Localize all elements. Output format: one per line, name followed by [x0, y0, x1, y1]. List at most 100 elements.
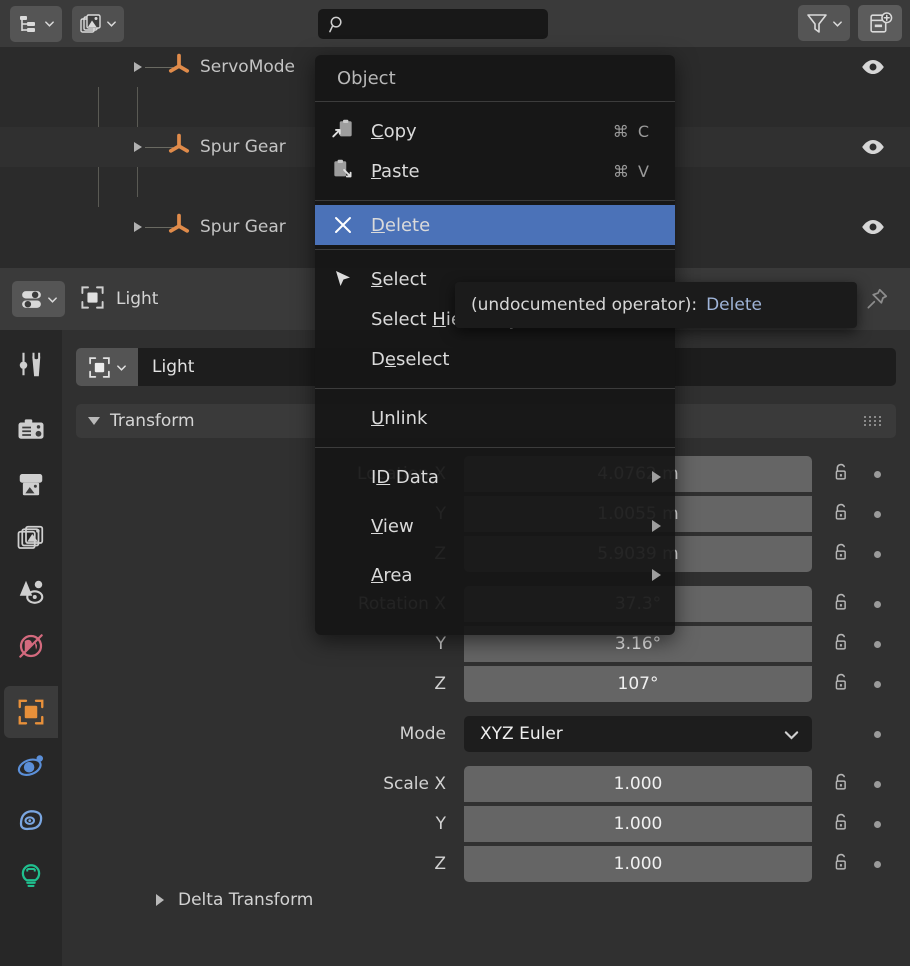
animate-property-dot[interactable] — [874, 680, 881, 688]
lock-icon[interactable] — [830, 631, 852, 657]
new-collection-button[interactable] — [858, 5, 902, 41]
animate-property-dot[interactable] — [874, 780, 881, 788]
tab-scene[interactable] — [4, 566, 58, 618]
rotation-mode-value: XYZ Euler — [480, 724, 563, 744]
menu-gap — [315, 102, 675, 111]
lock-icon[interactable] — [830, 771, 852, 797]
context-menu-title: Object — [337, 67, 396, 89]
row-label: Spur Gear — [200, 137, 286, 157]
row-label: ServoMode — [200, 57, 296, 77]
scale-z-row: Z 1.000 — [62, 844, 910, 884]
physics-orbit-icon — [17, 755, 43, 776]
field-label: Scale X — [383, 774, 446, 794]
rotation-z-field[interactable]: 107° — [464, 666, 812, 702]
close-x-icon — [315, 213, 371, 237]
menu-item-shortcut: ⌘ V — [612, 161, 651, 181]
scale-z-field[interactable]: 1.000 — [464, 846, 812, 882]
menu-gap — [315, 191, 675, 200]
animate-property-dot[interactable] — [874, 510, 881, 518]
object-icon — [165, 51, 193, 83]
scale-x-row: Scale X 1.000 — [62, 764, 910, 804]
animate-property-dot[interactable] — [874, 470, 881, 478]
tab-object[interactable] — [4, 686, 58, 738]
tooltip-text: (undocumented operator): — [471, 295, 698, 315]
scene-cone-icon — [19, 580, 44, 604]
editor-type-button[interactable] — [12, 281, 65, 317]
animate-property-dot[interactable] — [874, 640, 881, 648]
lock-icon[interactable] — [830, 591, 852, 617]
menu-item-label: Copy — [371, 120, 417, 142]
tab-render[interactable] — [4, 404, 58, 456]
chevron-down-icon — [833, 20, 842, 27]
lock-icon[interactable] — [830, 671, 852, 697]
panel-title: Transform — [110, 411, 195, 431]
menu-gap — [315, 546, 675, 555]
chevron-down-icon — [45, 21, 54, 27]
animate-property-dot[interactable] — [874, 600, 881, 608]
search-input[interactable] — [353, 16, 538, 32]
expand-triangle-icon[interactable] — [134, 62, 142, 72]
menu-item-unlink[interactable]: Unlink — [315, 398, 675, 438]
menu-gap — [315, 379, 675, 388]
lock-icon[interactable] — [830, 811, 852, 837]
breadcrumb-label: Light — [116, 289, 159, 309]
animate-property-dot[interactable] — [874, 550, 881, 558]
drag-grip-icon[interactable] — [864, 416, 882, 426]
id-type-button[interactable] — [76, 348, 138, 386]
menu-item-view[interactable]: View — [315, 506, 675, 546]
menu-item-label: Paste — [371, 160, 420, 182]
menu-item-label: View — [371, 515, 414, 537]
menu-item-copy[interactable]: Copy ⌘ C — [315, 111, 675, 151]
animate-property-dot[interactable] — [874, 730, 881, 738]
rotation-mode-dropdown[interactable]: XYZ Euler — [464, 716, 812, 752]
menu-item-area[interactable]: Area — [315, 555, 675, 595]
lock-icon[interactable] — [830, 851, 852, 877]
visibility-eye-icon[interactable] — [860, 54, 886, 80]
animate-property-dot[interactable] — [874, 860, 881, 868]
tab-modifiers[interactable] — [4, 740, 58, 792]
light-data-bulb-icon — [21, 864, 41, 887]
menu-gap — [315, 448, 675, 457]
tab-view-layer[interactable] — [4, 512, 58, 564]
menu-item-label: Deselect — [371, 348, 450, 370]
chevron-right-icon — [156, 894, 164, 906]
row-label: Spur Gear — [200, 217, 286, 237]
panel-title: Delta Transform — [178, 890, 314, 910]
copy-icon — [315, 118, 371, 144]
tab-constraints[interactable] — [4, 794, 58, 846]
visibility-eye-icon[interactable] — [860, 214, 886, 240]
tab-output[interactable] — [4, 458, 58, 510]
visibility-eye-icon[interactable] — [860, 134, 886, 160]
object-constraints-icon — [19, 810, 43, 831]
field-label: Y — [435, 814, 446, 834]
object-square-icon — [18, 699, 44, 725]
outliner-filter-id-button[interactable] — [72, 5, 124, 42]
outliner-display-mode-button[interactable] — [10, 5, 62, 42]
outliner-header — [0, 0, 910, 47]
delta-transform-panel-header[interactable]: Delta Transform — [76, 890, 313, 910]
menu-item-delete[interactable]: Delete — [315, 205, 675, 245]
render-camera-icon — [18, 419, 44, 439]
menu-item-id-data[interactable]: ID Data — [315, 457, 675, 497]
outliner-filter-button[interactable] — [798, 5, 850, 41]
expand-triangle-icon[interactable] — [134, 222, 142, 232]
lock-icon[interactable] — [830, 461, 852, 487]
object-context-menu: Object Copy ⌘ C Paste ⌘ V Delete Select … — [315, 55, 675, 635]
outliner-search-box[interactable] — [318, 9, 548, 39]
animate-property-dot[interactable] — [874, 820, 881, 828]
properties-tab-column — [0, 330, 62, 966]
field-label: Y — [435, 634, 446, 654]
tab-light-data[interactable] — [4, 848, 58, 900]
rotation-z-row: Z 107° — [62, 664, 910, 704]
expand-triangle-icon[interactable] — [134, 142, 142, 152]
field-label: Z — [434, 674, 446, 694]
tab-world[interactable] — [4, 620, 58, 672]
lock-icon[interactable] — [830, 541, 852, 567]
lock-icon[interactable] — [830, 501, 852, 527]
pin-icon[interactable] — [864, 286, 890, 312]
menu-item-paste[interactable]: Paste ⌘ V — [315, 151, 675, 191]
menu-item-deselect[interactable]: Deselect — [315, 339, 675, 379]
tab-tool[interactable] — [4, 338, 58, 390]
scale-x-field[interactable]: 1.000 — [464, 766, 812, 802]
scale-y-field[interactable]: 1.000 — [464, 806, 812, 842]
